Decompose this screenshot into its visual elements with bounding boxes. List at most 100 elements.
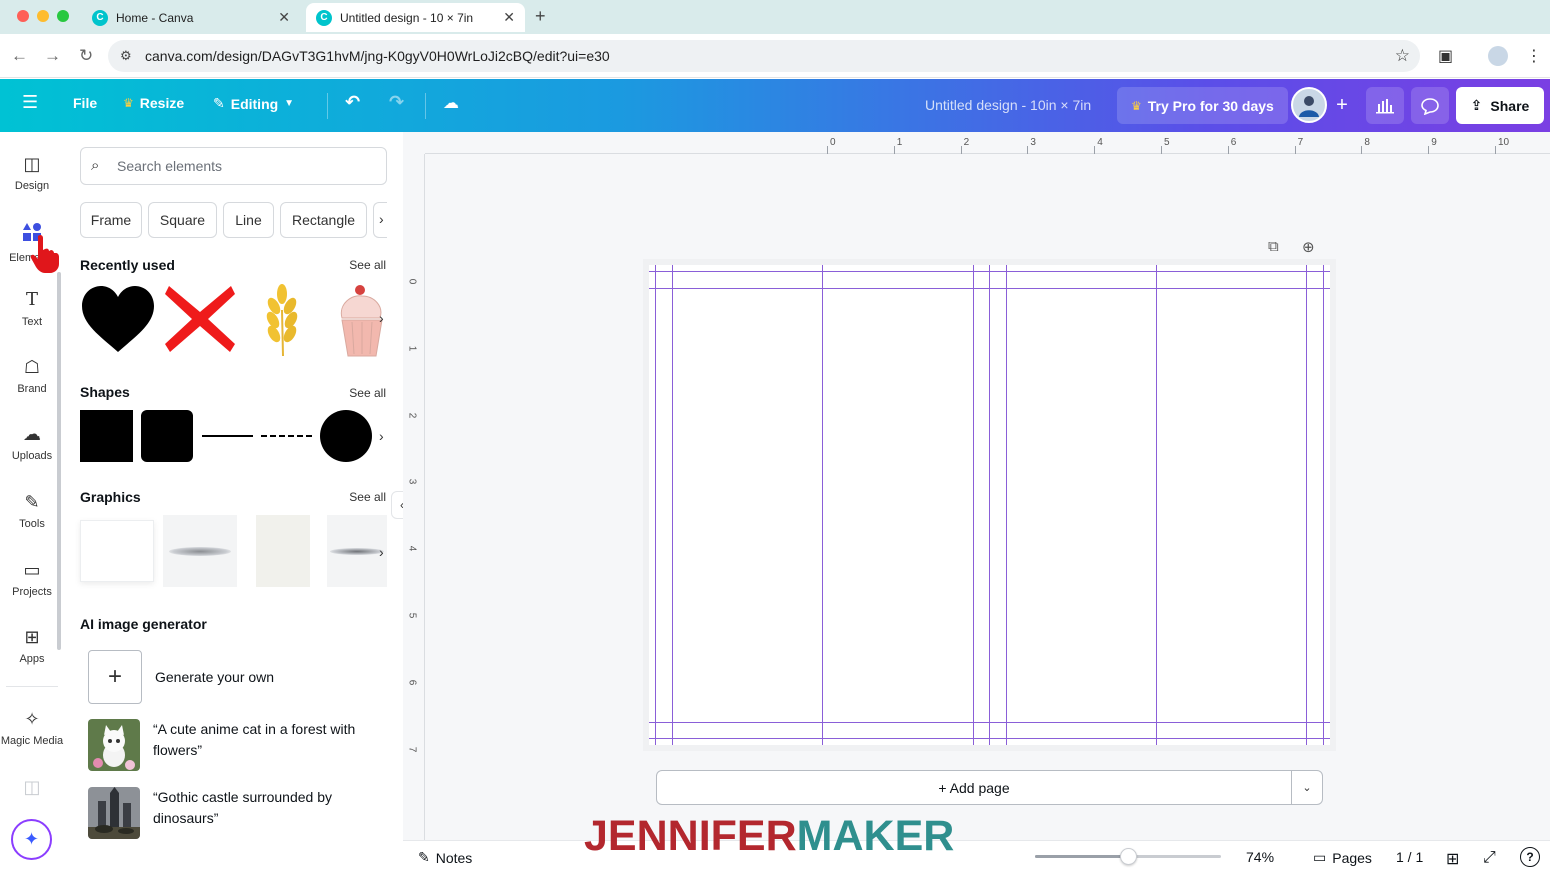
heart-element[interactable]	[80, 284, 156, 354]
generate-your-own-button[interactable]: + Generate your own	[88, 650, 274, 704]
duplicate-page-icon[interactable]: ⧉	[1268, 238, 1279, 255]
tab-search-icon[interactable]: ▣	[1438, 46, 1453, 66]
rounded-square-shape[interactable]	[141, 410, 193, 462]
search-elements-input[interactable]: ⌕ Search elements	[80, 147, 387, 185]
chip-line[interactable]: Line	[223, 202, 274, 238]
wheat-element[interactable]	[258, 280, 308, 358]
rail-item-more[interactable]: ◫	[0, 777, 64, 797]
graphics-next-icon[interactable]: ›	[379, 544, 384, 560]
rail-item-magic-media[interactable]: ✧ Magic Media	[0, 709, 64, 747]
chip-label: Frame	[90, 212, 132, 228]
profile-avatar[interactable]	[1488, 46, 1508, 66]
graphic-shadow-oval[interactable]	[163, 515, 237, 587]
rail-label: Tools	[19, 518, 45, 530]
reload-icon[interactable]: ↻	[79, 46, 93, 66]
projects-icon: ▭	[23, 560, 41, 580]
cloud-saved-icon[interactable]: ☁	[443, 93, 459, 113]
share-button[interactable]: ⇪ Share	[1456, 87, 1544, 124]
graphic-shadow-line[interactable]	[327, 515, 387, 587]
design-icon: ◫	[23, 154, 41, 174]
chips-next-icon[interactable]: ›	[379, 211, 384, 227]
crown-icon: ♛	[1131, 98, 1142, 113]
try-pro-label: Try Pro for 30 days	[1147, 97, 1274, 114]
fullscreen-icon[interactable]: ⤢	[1483, 849, 1496, 867]
insights-chart-icon[interactable]	[1366, 87, 1404, 124]
rail-item-design[interactable]: ◫ Design	[0, 154, 64, 192]
add-collaborator-icon[interactable]: +	[1330, 87, 1354, 124]
ai-prompt-cat[interactable]: “A cute anime cat in a forest with flowe…	[88, 719, 375, 771]
square-shape[interactable]	[80, 410, 133, 462]
text-icon: T	[25, 289, 38, 310]
add-page-button[interactable]: + Add page ⌄	[656, 770, 1323, 805]
guide-line	[672, 265, 673, 745]
add-page-dropdown-icon[interactable]: ⌄	[1291, 771, 1322, 804]
chip-rectangle[interactable]: Rectangle	[280, 202, 367, 238]
url-field[interactable]: ⚙ canva.com/design/DAGvT3G1hvM/jng-K0gyV…	[108, 40, 1420, 72]
tab-home-canva[interactable]: C Home - Canva ✕	[82, 3, 300, 32]
shapes-next-icon[interactable]: ›	[379, 428, 384, 444]
magic-assistant-button[interactable]: ✦	[11, 819, 52, 860]
add-page-icon[interactable]: ⊕	[1302, 238, 1315, 256]
rail-label: Apps	[19, 653, 45, 665]
zoom-slider-knob[interactable]	[1120, 848, 1137, 865]
notes-button[interactable]: ✎ Notes	[418, 849, 472, 866]
maximize-window-button[interactable]	[57, 10, 69, 22]
toolbar-divider	[425, 93, 426, 119]
rail-item-brand[interactable]: ☖ Brand	[0, 357, 64, 395]
chip-label: Rectangle	[291, 212, 356, 228]
minimize-window-button[interactable]	[37, 10, 49, 22]
rail-item-apps[interactable]: ⊞ Apps	[0, 627, 64, 665]
recently-used-next-icon[interactable]: ›	[379, 310, 384, 326]
redo-icon[interactable]: ↷	[389, 92, 404, 113]
ruler-tick-label: 8	[1364, 137, 1370, 148]
rail-item-projects[interactable]: ▭ Projects	[0, 560, 64, 598]
zoom-slider[interactable]	[1035, 848, 1221, 865]
rail-item-tools[interactable]: ✎ Tools	[0, 492, 64, 530]
site-info-icon[interactable]: ⚙	[120, 48, 132, 64]
file-menu-button[interactable]: File	[73, 95, 97, 111]
design-page[interactable]	[649, 265, 1330, 745]
editing-mode-button[interactable]: ✎ Editing ▼	[213, 95, 294, 112]
user-avatar[interactable]	[1291, 87, 1327, 123]
ruler-tick-mark	[1495, 146, 1496, 154]
watermark-part-1: JENNIFER	[584, 812, 797, 860]
close-window-button[interactable]	[17, 10, 29, 22]
close-tab-icon[interactable]: ✕	[503, 9, 515, 26]
bookmark-star-icon[interactable]: ☆	[1395, 46, 1410, 66]
chip-square[interactable]: Square	[148, 202, 217, 238]
graphic-blank-frame[interactable]	[80, 520, 154, 582]
rail-item-text[interactable]: T Text	[0, 289, 64, 329]
grid-view-icon[interactable]: ⊞	[1446, 849, 1459, 869]
new-tab-button[interactable]: +	[535, 6, 546, 27]
rail-scrollbar[interactable]	[57, 272, 61, 650]
rail-item-uploads[interactable]: ☁ Uploads	[0, 424, 64, 462]
back-arrow-icon[interactable]: ←	[11, 46, 28, 66]
recently-used-see-all[interactable]: See all	[349, 258, 386, 272]
graphic-paper[interactable]	[256, 515, 310, 587]
line-shape[interactable]	[202, 435, 253, 437]
zoom-percentage[interactable]: 74%	[1246, 849, 1274, 865]
ruler-tick-mark	[1428, 146, 1430, 154]
try-pro-button[interactable]: ♛ Try Pro for 30 days	[1117, 87, 1288, 124]
forward-arrow-icon[interactable]: →	[44, 46, 61, 66]
ai-prompt-castle[interactable]: “Gothic castle surrounded by dinosaurs”	[88, 787, 375, 839]
resize-button[interactable]: ♛ Resize	[123, 95, 184, 111]
close-tab-icon[interactable]: ✕	[278, 9, 290, 26]
chip-frame[interactable]: Frame	[80, 202, 142, 238]
tab-untitled-design[interactable]: C Untitled design - 10 × 7in ✕	[306, 3, 525, 32]
chevron-down-icon: ▼	[284, 98, 295, 109]
graphics-see-all[interactable]: See all	[349, 490, 386, 504]
help-icon[interactable]: ?	[1520, 847, 1540, 867]
red-x-element[interactable]	[163, 284, 237, 354]
design-title[interactable]: Untitled design - 10in × 7in	[925, 97, 1091, 113]
dashed-line-shape[interactable]	[261, 435, 312, 437]
main-menu-icon[interactable]: ☰	[22, 92, 38, 113]
shapes-see-all[interactable]: See all	[349, 386, 386, 400]
undo-icon[interactable]: ↶	[345, 92, 360, 113]
chrome-menu-icon[interactable]: ⋮	[1526, 46, 1542, 66]
person-icon	[1299, 96, 1319, 117]
circle-shape[interactable]	[320, 410, 372, 462]
ruler-tick-label: 2	[406, 412, 418, 418]
pages-button[interactable]: ▭ Pages	[1313, 849, 1372, 866]
comments-icon[interactable]	[1411, 87, 1449, 124]
